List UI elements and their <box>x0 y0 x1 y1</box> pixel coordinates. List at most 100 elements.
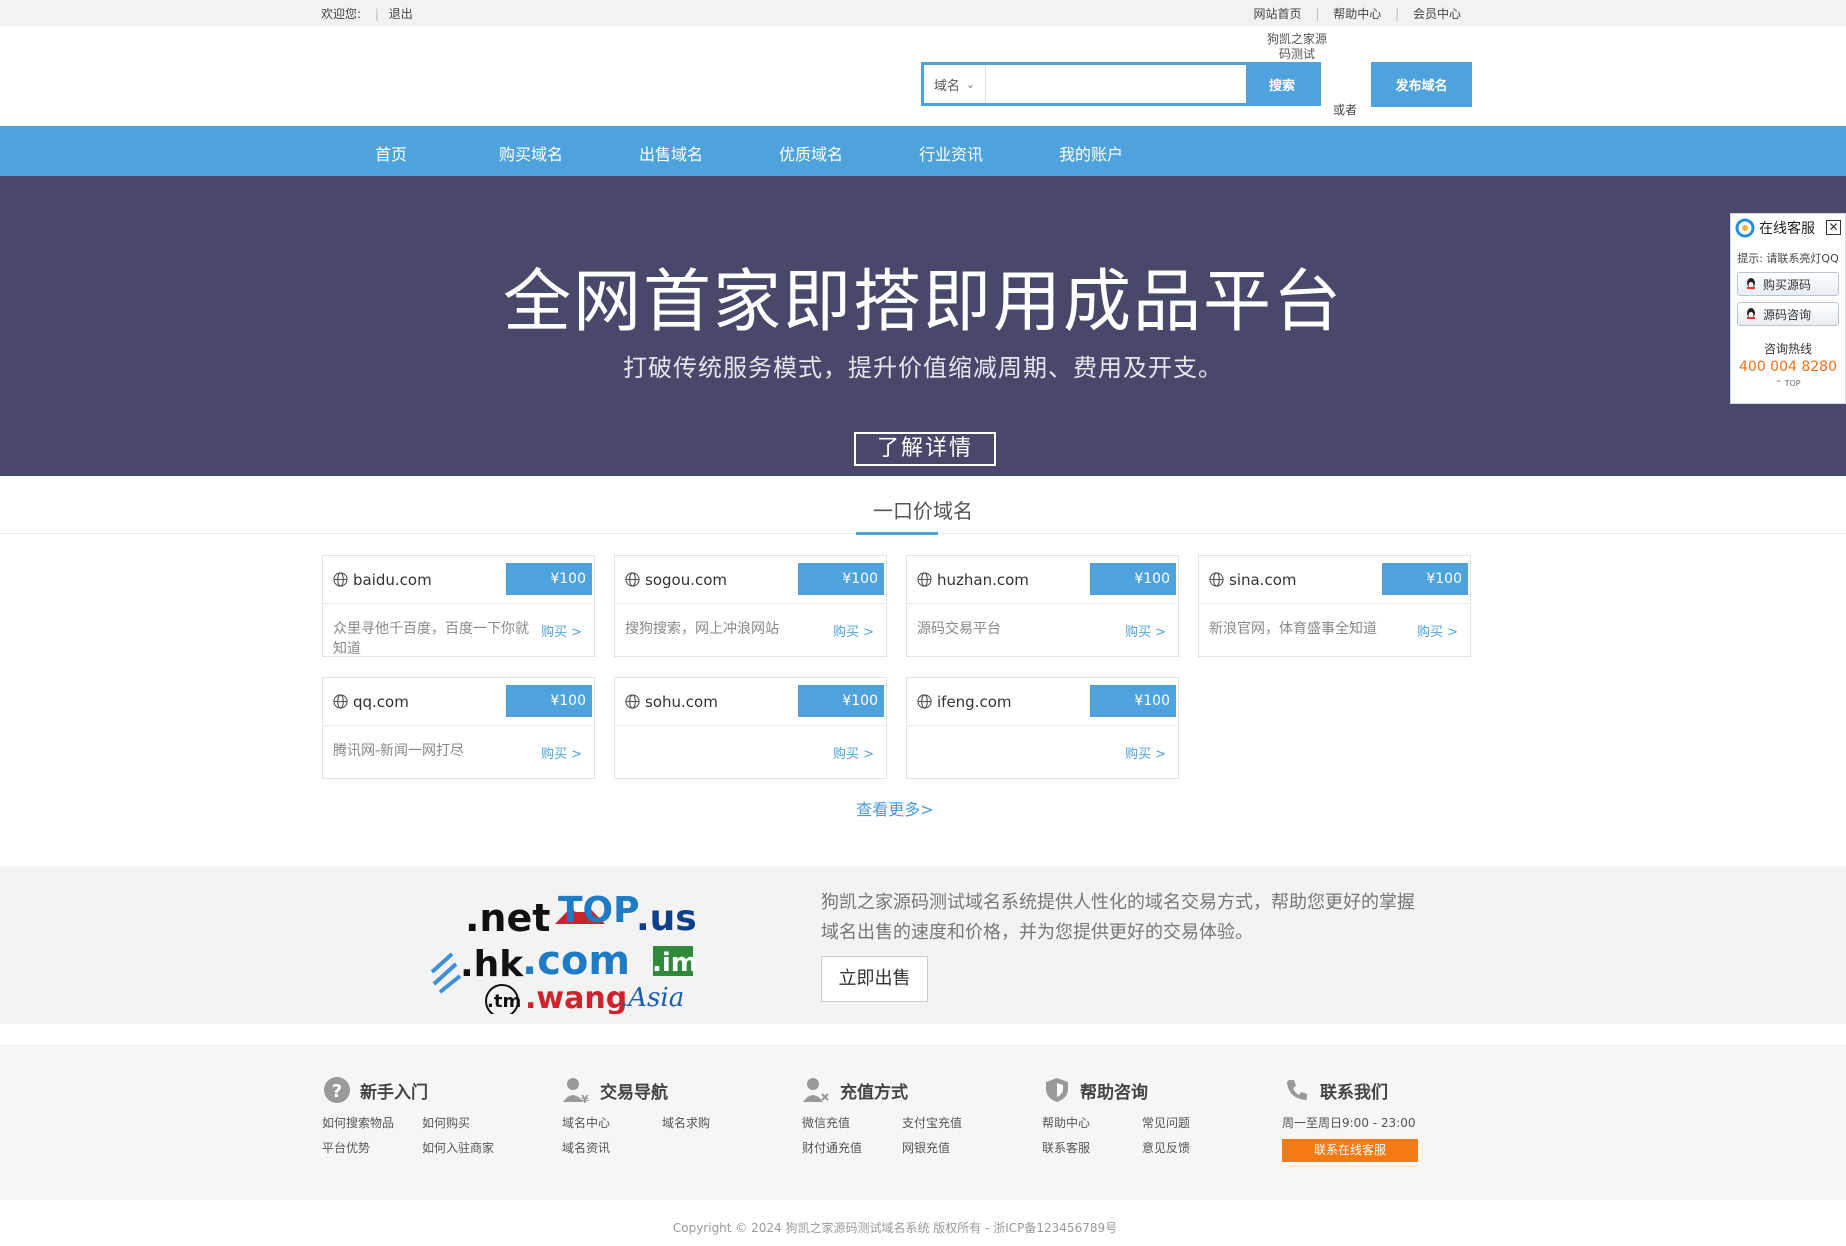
footer-link[interactable]: 财付通充值 <box>802 1139 902 1156</box>
online-service-widget: 在线客服 ✕ 提示: 请联系亮灯QQ 购买源码 源码咨询 咨询热线 400 00… <box>1730 213 1846 404</box>
qq-buy-source-button[interactable]: 购买源码 <box>1737 272 1839 296</box>
logo-net: .net <box>465 896 550 940</box>
footer-col-title: 交易导航 <box>600 1082 668 1103</box>
domain-description: 搜狗搜索，网上冲浪网站 <box>625 621 779 637</box>
chat-bubble-icon <box>1735 218 1755 238</box>
hotline-phone: 400 004 8280 <box>1739 359 1837 375</box>
domain-card[interactable]: sohu.com ¥100 购买 > <box>614 677 887 779</box>
domain-card[interactable]: ifeng.com ¥100 购买 > <box>906 677 1179 779</box>
buy-link[interactable]: 购买 > <box>541 621 582 640</box>
shield-icon <box>1042 1076 1072 1104</box>
footer-link[interactable]: 域名资讯 <box>562 1139 662 1156</box>
domain-description: 新浪官网，体育盛事全知道 <box>1209 621 1377 637</box>
domain-card[interactable]: sina.com ¥100 新浪官网，体育盛事全知道 购买 > <box>1198 555 1471 657</box>
footer-col-help: 帮助咨询 帮助中心 常见问题 联系客服 意见反馈 <box>1042 1074 1242 1156</box>
footer-link[interactable]: 支付宝充值 <box>902 1114 1002 1131</box>
domain-name[interactable]: sina.com <box>1229 571 1297 589</box>
buy-link[interactable]: 购买 > <box>833 621 874 640</box>
footer-link[interactable]: 如何搜索物品 <box>322 1114 422 1131</box>
learn-more-button[interactable]: 了解详情 <box>854 432 996 466</box>
help-link[interactable]: 帮助中心 <box>1333 7 1381 21</box>
globe-icon <box>625 694 640 709</box>
globe-icon <box>625 572 640 587</box>
domain-name[interactable]: baidu.com <box>353 571 432 589</box>
globe-icon <box>1209 572 1224 587</box>
footer-link[interactable]: 网银充值 <box>902 1139 1002 1156</box>
buy-link[interactable]: 购买 > <box>1417 621 1458 640</box>
service-button-label: 源码咨询 <box>1763 307 1812 322</box>
section-title-underline <box>856 532 938 535</box>
topbar-right: 网站首页 | 帮助中心 | 会员中心 <box>1253 7 1461 21</box>
logout-link[interactable]: 退出 <box>389 7 413 21</box>
domain-card[interactable]: baidu.com ¥100 众里寻他千百度，百度一下你就知道 购买 > <box>322 555 595 657</box>
back-to-top-button[interactable]: ⌃ TOP <box>1731 379 1845 388</box>
buy-link[interactable]: 购买 > <box>1125 743 1166 762</box>
domain-name[interactable]: sohu.com <box>645 693 718 711</box>
svg-text:¥: ¥ <box>581 1093 589 1104</box>
footer-col-recharge: 充值方式 微信充值 支付宝充值 财付通充值 网银充值 <box>802 1074 1002 1156</box>
search-type-select[interactable]: 域名 ⌄ <box>924 65 986 103</box>
nav-buy-domain[interactable]: 购买域名 <box>499 141 563 165</box>
qq-source-consult-button[interactable]: 源码咨询 <box>1737 302 1839 326</box>
service-tip: 提示: 请联系亮灯QQ <box>1737 252 1839 265</box>
domain-price: ¥100 <box>506 563 592 595</box>
domain-name[interactable]: sogou.com <box>645 571 727 589</box>
domain-price: ¥100 <box>506 685 592 717</box>
footer-link[interactable]: 微信充值 <box>802 1114 902 1131</box>
topbar-left: 欢迎您: | 退出 <box>321 7 413 21</box>
domain-card[interactable]: sogou.com ¥100 搜狗搜索，网上冲浪网站 购买 > <box>614 555 887 657</box>
domain-name[interactable]: ifeng.com <box>937 693 1012 711</box>
footer-link[interactable]: 如何购买 <box>422 1114 522 1131</box>
footer-col-title: 充值方式 <box>840 1082 908 1103</box>
nav-industry-news[interactable]: 行业资讯 <box>919 141 983 165</box>
footer-col-contact: 联系我们 周一至周日9:00 - 23:00 联系在线客服 <box>1282 1074 1418 1162</box>
view-more-link[interactable]: 查看更多> <box>0 796 1790 820</box>
qq-penguin-icon <box>1747 278 1755 289</box>
globe-icon <box>333 572 348 587</box>
buy-link[interactable]: 购买 > <box>833 743 874 762</box>
domain-description: 腾讯网-新闻一网打尽 <box>333 743 465 759</box>
footer-link[interactable]: 域名求购 <box>662 1114 762 1131</box>
swirl-icon <box>430 952 462 994</box>
close-icon[interactable]: ✕ <box>1826 220 1841 235</box>
footer-col-beginner: ? 新手入门 如何搜索物品 如何购买 平台优势 如何入驻商家 <box>322 1074 522 1156</box>
service-hours: 周一至周日9:00 - 23:00 <box>1282 1116 1416 1130</box>
site-name[interactable]: 狗凯之家源码测试 <box>1262 32 1332 62</box>
footer-link[interactable]: 常见问题 <box>1142 1114 1242 1131</box>
footer-link[interactable]: 意见反馈 <box>1142 1139 1242 1156</box>
domain-card[interactable]: qq.com ¥100 腾讯网-新闻一网打尽 购买 > <box>322 677 595 779</box>
footer-link[interactable]: 平台优势 <box>322 1139 422 1156</box>
nav-home[interactable]: 首页 <box>375 141 407 165</box>
domain-name[interactable]: qq.com <box>353 693 409 711</box>
service-title: 在线客服 <box>1759 221 1815 237</box>
question-circle-icon: ? <box>322 1076 352 1104</box>
search-input[interactable] <box>986 65 1246 103</box>
logo-com: .com <box>522 938 630 984</box>
main-nav: 首页 购买域名 出售域名 优质域名 行业资讯 我的账户 <box>0 126 1846 176</box>
buy-link[interactable]: 购买 > <box>1125 621 1166 640</box>
domain-extensions-logo: .net TOP .us .hk .com .im .tm .wang .Asi… <box>430 890 698 1014</box>
search-type-label: 域名 <box>933 78 960 94</box>
buy-link[interactable]: 购买 > <box>541 743 582 762</box>
nav-premium-domain[interactable]: 优质域名 <box>779 141 843 165</box>
publish-domain-button[interactable]: 发布域名 <box>1371 62 1472 107</box>
banner-subtitle: 打破传统服务模式，提升价值缩减周期、费用及开支。 <box>623 354 1223 382</box>
home-link[interactable]: 网站首页 <box>1254 7 1302 21</box>
domain-card[interactable]: huzhan.com ¥100 源码交易平台 购买 > <box>906 555 1179 657</box>
footer-link[interactable]: 域名中心 <box>562 1114 662 1131</box>
footer-link[interactable]: 如何入驻商家 <box>422 1139 522 1156</box>
member-link[interactable]: 会员中心 <box>1413 7 1461 21</box>
domain-name[interactable]: huzhan.com <box>937 571 1029 589</box>
nav-sell-domain[interactable]: 出售域名 <box>639 141 703 165</box>
globe-icon <box>333 694 348 709</box>
domain-description: 众里寻他千百度，百度一下你就知道 <box>333 621 529 657</box>
hero-banner: 全网首家即搭即用成品平台 打破传统服务模式，提升价值缩减周期、费用及开支。 了解… <box>0 176 1846 476</box>
contact-online-service-button[interactable]: 联系在线客服 <box>1282 1139 1418 1162</box>
copyright: Copyright © 2024 狗凯之家源码测试域名系统 版权所有 - 浙IC… <box>672 1221 1118 1235</box>
logo-us: .us <box>636 898 697 939</box>
sell-now-button[interactable]: 立即出售 <box>821 956 928 1002</box>
footer-link[interactable]: 联系客服 <box>1042 1139 1142 1156</box>
footer-link[interactable]: 帮助中心 <box>1042 1114 1142 1131</box>
search-button[interactable]: 搜索 <box>1246 65 1318 103</box>
nav-my-account[interactable]: 我的账户 <box>1059 141 1123 165</box>
